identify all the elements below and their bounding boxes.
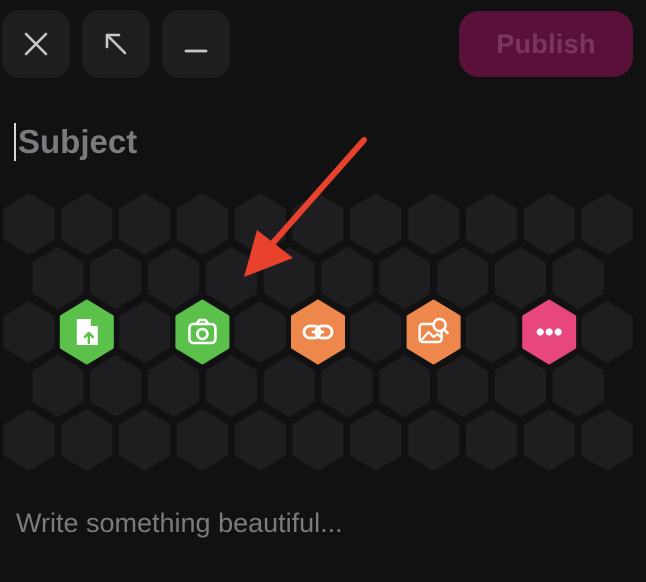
subject-input[interactable]: Subject — [18, 121, 137, 163]
hex-cell — [32, 355, 84, 417]
popout-button[interactable] — [82, 10, 150, 78]
hex-cell — [148, 355, 200, 417]
more-button[interactable] — [522, 299, 577, 365]
hex-cell — [61, 193, 113, 255]
link-icon — [302, 324, 334, 340]
hex-cell — [581, 301, 633, 363]
hex-cell — [581, 193, 633, 255]
upload-file-button[interactable] — [59, 299, 114, 365]
annotation-arrow — [244, 137, 367, 277]
hex-cell — [292, 193, 344, 255]
hex-cell — [119, 409, 171, 471]
link-button[interactable] — [291, 299, 345, 365]
hex-cell — [234, 301, 286, 363]
hex-cell — [379, 247, 431, 309]
hex-cell — [523, 409, 575, 471]
hex-cell — [234, 193, 286, 255]
body-input[interactable]: Write something beautiful... — [16, 505, 343, 541]
camera-icon — [188, 318, 217, 345]
arrow-up-left-icon — [105, 33, 127, 55]
publish-button[interactable]: Publish — [459, 11, 633, 77]
hex-cell — [494, 247, 546, 309]
hex-cell — [176, 409, 228, 471]
hex-cell — [350, 301, 402, 363]
close-icon — [24, 32, 48, 56]
file-upload-icon — [76, 319, 98, 345]
text-cursor — [14, 123, 16, 161]
hex-cell — [148, 247, 200, 309]
hex-cell — [408, 409, 460, 471]
hex-cell — [437, 355, 489, 417]
hex-cell — [176, 193, 228, 255]
hex-cell — [465, 409, 517, 471]
hex-cell — [263, 247, 315, 309]
image-search-button[interactable] — [406, 299, 461, 365]
minimize-button[interactable] — [162, 10, 230, 78]
hex-cell — [205, 247, 257, 309]
hex-cell — [465, 193, 517, 255]
hex-cell — [205, 355, 257, 417]
hex-cell — [234, 409, 286, 471]
hex-cell — [3, 301, 55, 363]
hex-cell — [90, 247, 142, 309]
hex-cell — [581, 409, 633, 471]
hex-cell — [263, 355, 315, 417]
hex-cell — [90, 355, 142, 417]
hex-cell — [3, 193, 55, 255]
post-type-hex-grid — [3, 193, 633, 471]
hex-cell — [321, 355, 373, 417]
hex-cell — [523, 193, 575, 255]
hex-cell — [350, 409, 402, 471]
hex-cell — [408, 193, 460, 255]
close-button[interactable] — [2, 10, 70, 78]
hex-cell — [379, 355, 431, 417]
hex-cell — [119, 193, 171, 255]
hex-cell — [350, 193, 402, 255]
minimize-icon — [184, 49, 208, 53]
more-icon — [536, 328, 562, 336]
hex-cell — [465, 301, 517, 363]
hex-cell — [119, 301, 171, 363]
hex-cell — [552, 355, 604, 417]
photo-button[interactable] — [175, 299, 230, 365]
hex-cell — [437, 247, 489, 309]
hex-cell — [321, 247, 373, 309]
hex-cell — [32, 247, 84, 309]
hex-cell — [61, 409, 113, 471]
hex-cell — [552, 247, 604, 309]
hex-cell — [494, 355, 546, 417]
hex-cell — [3, 409, 55, 471]
hex-cell — [292, 409, 344, 471]
